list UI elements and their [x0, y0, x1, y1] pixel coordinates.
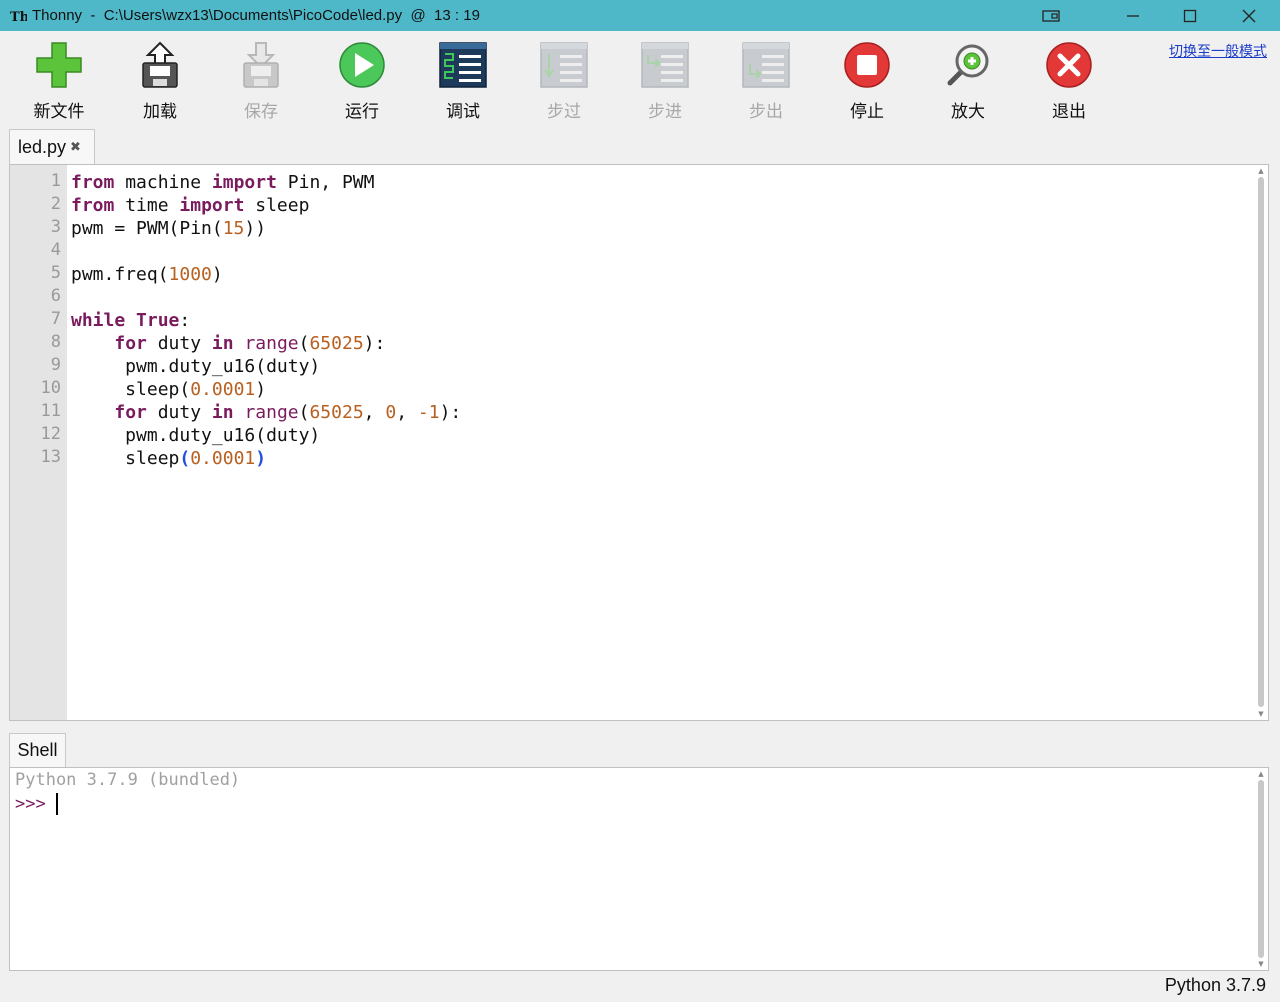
save-icon: [235, 39, 287, 91]
step-over-button[interactable]: 步过: [519, 39, 609, 123]
shell-prompt: >>>: [15, 794, 46, 814]
text-cursor: [55, 793, 58, 815]
title-bar[interactable]: Th Thonny - C:\Users\wzx13\Documents\Pic…: [0, 0, 1280, 31]
line-number: 10: [40, 378, 61, 398]
editor-scrollbar[interactable]: [1258, 177, 1264, 707]
code-line[interactable]: pwm.duty_u16(duty): [71, 424, 320, 447]
step-out-button[interactable]: 步出: [721, 39, 811, 123]
code-line[interactable]: while True:: [71, 309, 190, 332]
exit-button[interactable]: 退出: [1024, 39, 1114, 123]
status-bar-interpreter[interactable]: Python 3.7.9: [1165, 975, 1266, 996]
load-button[interactable]: 加载: [115, 39, 205, 123]
line-number: 4: [50, 240, 61, 260]
editor-tab-label: led.py: [18, 136, 67, 157]
shell-tab-label: Shell: [17, 740, 58, 760]
window-title: Thonny - C:\Users\wzx13\Documents\PicoCo…: [32, 7, 480, 24]
run-icon: [336, 39, 388, 91]
line-number: 1: [50, 171, 61, 191]
line-number: 6: [50, 286, 61, 306]
code-line[interactable]: pwm.duty_u16(duty): [71, 355, 320, 378]
code-line[interactable]: from time import sleep: [71, 194, 309, 217]
shell-scroll-up-arrow-icon[interactable]: ▲: [1256, 770, 1266, 778]
load-icon: [134, 39, 186, 91]
toolbar: 新文件 加载 保存 运行 调试 步过 步进 步出 停止 放大 退出 切换至一般模…: [0, 31, 1280, 126]
shell-banner: Python 3.7.9 (bundled): [15, 770, 241, 790]
restore-window-icon[interactable]: [1022, 0, 1080, 31]
editor-tab-led-py[interactable]: led.py ✖: [9, 129, 95, 164]
line-number: 8: [50, 332, 61, 352]
stop-icon: [841, 39, 893, 91]
shell-panel[interactable]: Python 3.7.9 (bundled) >>> ▲ ▼: [9, 767, 1269, 971]
stop-button[interactable]: 停止: [822, 39, 912, 123]
thonny-window: Th Thonny - C:\Users\wzx13\Documents\Pic…: [0, 0, 1280, 1002]
shell-scrollbar[interactable]: [1258, 780, 1264, 958]
code-line[interactable]: from machine import Pin, PWM: [71, 171, 374, 194]
line-number: 11: [40, 401, 61, 421]
line-number-gutter: 1 2 3 4 5 6 7 8 9 10 11 12 13: [10, 165, 67, 720]
line-number: 2: [50, 194, 61, 214]
scroll-up-arrow-icon[interactable]: ▲: [1256, 167, 1266, 175]
new-file-icon: [33, 39, 85, 91]
line-number: 12: [40, 424, 61, 444]
debug-icon: [437, 39, 489, 91]
thonny-app-icon: Th: [8, 6, 28, 26]
code-line[interactable]: for duty in range(65025, 0, -1):: [71, 401, 461, 424]
line-number: 13: [40, 447, 61, 467]
switch-mode-link[interactable]: 切换至一般模式: [1169, 41, 1267, 61]
step-into-button[interactable]: 步进: [620, 39, 710, 123]
exit-icon: [1043, 39, 1095, 91]
debug-button[interactable]: 调试: [418, 39, 508, 123]
shell-scroll-down-arrow-icon[interactable]: ▼: [1256, 960, 1266, 968]
close-window-button[interactable]: [1220, 0, 1278, 31]
code-line[interactable]: pwm.freq(1000): [71, 263, 223, 286]
save-button[interactable]: 保存: [216, 39, 306, 123]
new-file-button[interactable]: 新文件: [14, 39, 104, 123]
maximize-button[interactable]: [1161, 0, 1219, 31]
line-number: 9: [50, 355, 61, 375]
shell-tab[interactable]: Shell: [9, 733, 66, 767]
code-line[interactable]: sleep(0.0001): [71, 447, 266, 470]
minimize-button[interactable]: [1104, 0, 1162, 31]
line-number: 3: [50, 217, 61, 237]
scroll-down-arrow-icon[interactable]: ▼: [1256, 710, 1266, 718]
code-editor[interactable]: 1 2 3 4 5 6 7 8 9 10 11 12 13 from machi…: [9, 164, 1269, 721]
zoom-button[interactable]: 放大: [923, 39, 1013, 123]
line-number: 7: [50, 309, 61, 329]
step-into-icon: [639, 39, 691, 91]
run-button[interactable]: 运行: [317, 39, 407, 123]
shell-input-line[interactable]: >>>: [15, 793, 58, 815]
line-number: 5: [50, 263, 61, 283]
step-out-icon: [740, 39, 792, 91]
code-line[interactable]: for duty in range(65025):: [71, 332, 385, 355]
code-line[interactable]: sleep(0.0001): [71, 378, 266, 401]
close-tab-icon[interactable]: ✖: [70, 140, 81, 155]
code-line[interactable]: pwm = PWM(Pin(15)): [71, 217, 266, 240]
zoom-icon: [942, 39, 994, 91]
svg-text:Th: Th: [10, 10, 27, 25]
step-over-icon: [538, 39, 590, 91]
